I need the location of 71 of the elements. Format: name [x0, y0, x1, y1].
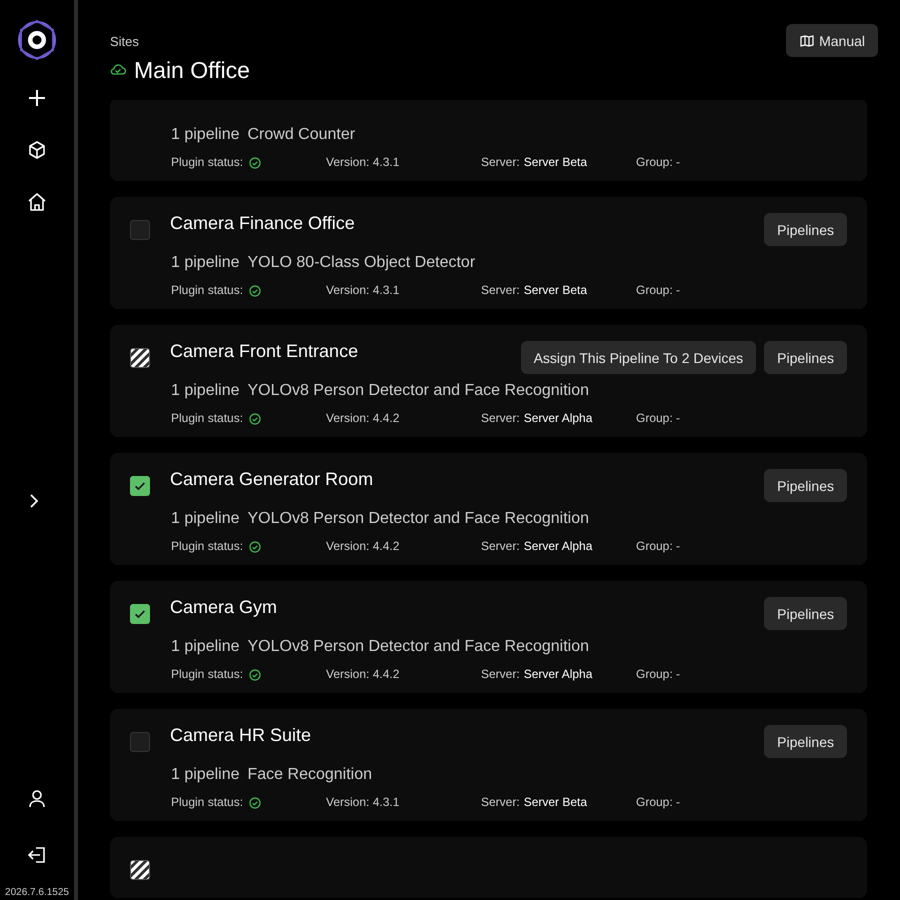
checkbox[interactable] [130, 348, 150, 368]
action-button[interactable]: Pipelines [764, 597, 847, 630]
meta-label: Server: [481, 282, 520, 296]
meta-text: Version: 4.4.2 [326, 666, 400, 680]
meta-text: Group: - [636, 538, 680, 552]
device-title: Camera Generator Room [170, 469, 374, 490]
action-button[interactable]: Assign This Pipeline To 2 Devices [520, 341, 756, 374]
meta-label: Server: [481, 538, 520, 552]
map-icon [800, 34, 814, 46]
checkbox[interactable] [130, 732, 150, 752]
checkbox[interactable] [130, 220, 150, 240]
user-icon[interactable] [26, 789, 47, 809]
meta-label: Plugin status: [171, 794, 244, 808]
meta-label: Plugin status: [171, 538, 244, 552]
plus-icon[interactable] [27, 88, 47, 108]
action-button[interactable]: Pipelines [764, 341, 847, 374]
pipeline-name: Crowd Counter [248, 126, 356, 144]
server-name: Server Beta [524, 794, 588, 808]
pipeline-count: 1 pipeline [171, 510, 240, 528]
logout-icon[interactable] [26, 845, 47, 865]
meta-label: Plugin status: [171, 410, 244, 424]
server-name: Server Alpha [524, 666, 592, 680]
meta-text: Group: - [636, 794, 680, 808]
meta-text: Version: 4.3.1 [326, 794, 400, 808]
meta-label: Server: [481, 154, 520, 168]
meta-text: Version: 4.3.1 [326, 282, 400, 296]
pipeline-name: YOLOv8 Person Detector and Face Recognition [248, 638, 590, 656]
meta-text: Version: 4.4.2 [326, 538, 400, 552]
device-title: Camera Finance Office [170, 213, 356, 234]
checkbox[interactable] [130, 604, 150, 624]
manual-button[interactable]: Manual [786, 24, 878, 57]
pipeline-name: YOLO 80-Class Object Detector [248, 254, 476, 272]
meta-label: Server: [481, 666, 520, 680]
meta-text: Group: - [636, 410, 680, 424]
meta-text: Version: 4.4.2 [326, 410, 400, 424]
meta-label: Plugin status: [171, 666, 244, 680]
device-title: Camera Gym [170, 597, 278, 618]
breadcrumb[interactable]: Sites [110, 34, 250, 49]
chevron-right-icon[interactable] [29, 492, 39, 508]
action-button[interactable]: Pipelines [764, 725, 847, 758]
checkbox[interactable] [130, 476, 150, 496]
app-version: 2026.7.6.1525 [5, 887, 69, 898]
pipeline-count: 1 pipeline [171, 766, 240, 784]
meta-text: Group: - [636, 666, 680, 680]
meta-text: Group: - [636, 154, 680, 168]
pipeline-count: 1 pipeline [171, 126, 240, 144]
meta-label: Plugin status: [171, 282, 244, 296]
pipeline-name: YOLOv8 Person Detector and Face Recognition [248, 510, 590, 528]
home-icon[interactable] [27, 192, 47, 212]
meta-text: Group: - [636, 282, 680, 296]
action-button[interactable]: Pipelines [764, 213, 847, 246]
device-title: Camera HR Suite [170, 725, 312, 746]
action-button[interactable]: Pipelines [764, 469, 847, 502]
pipeline-name: Face Recognition [248, 766, 372, 784]
server-name: Server Beta [524, 154, 588, 168]
meta-label: Server: [481, 794, 520, 808]
meta-label: Plugin status: [171, 154, 244, 168]
site-title: Main Office [134, 57, 250, 84]
server-name: Server Alpha [524, 538, 592, 552]
pipeline-name: YOLOv8 Person Detector and Face Recognition [248, 382, 590, 400]
pipeline-count: 1 pipeline [171, 638, 240, 656]
pipeline-count: 1 pipeline [171, 254, 240, 272]
server-name: Server Beta [524, 282, 588, 296]
device-title: Camera Front Entrance [170, 341, 360, 362]
meta-text: Version: 4.3.1 [326, 154, 400, 168]
logo-icon[interactable] [15, 18, 59, 62]
pipeline-count: 1 pipeline [171, 382, 240, 400]
server-name: Server Alpha [524, 410, 592, 424]
checkbox[interactable] [130, 860, 150, 880]
meta-label: Server: [481, 410, 520, 424]
cube-icon[interactable] [27, 140, 47, 160]
